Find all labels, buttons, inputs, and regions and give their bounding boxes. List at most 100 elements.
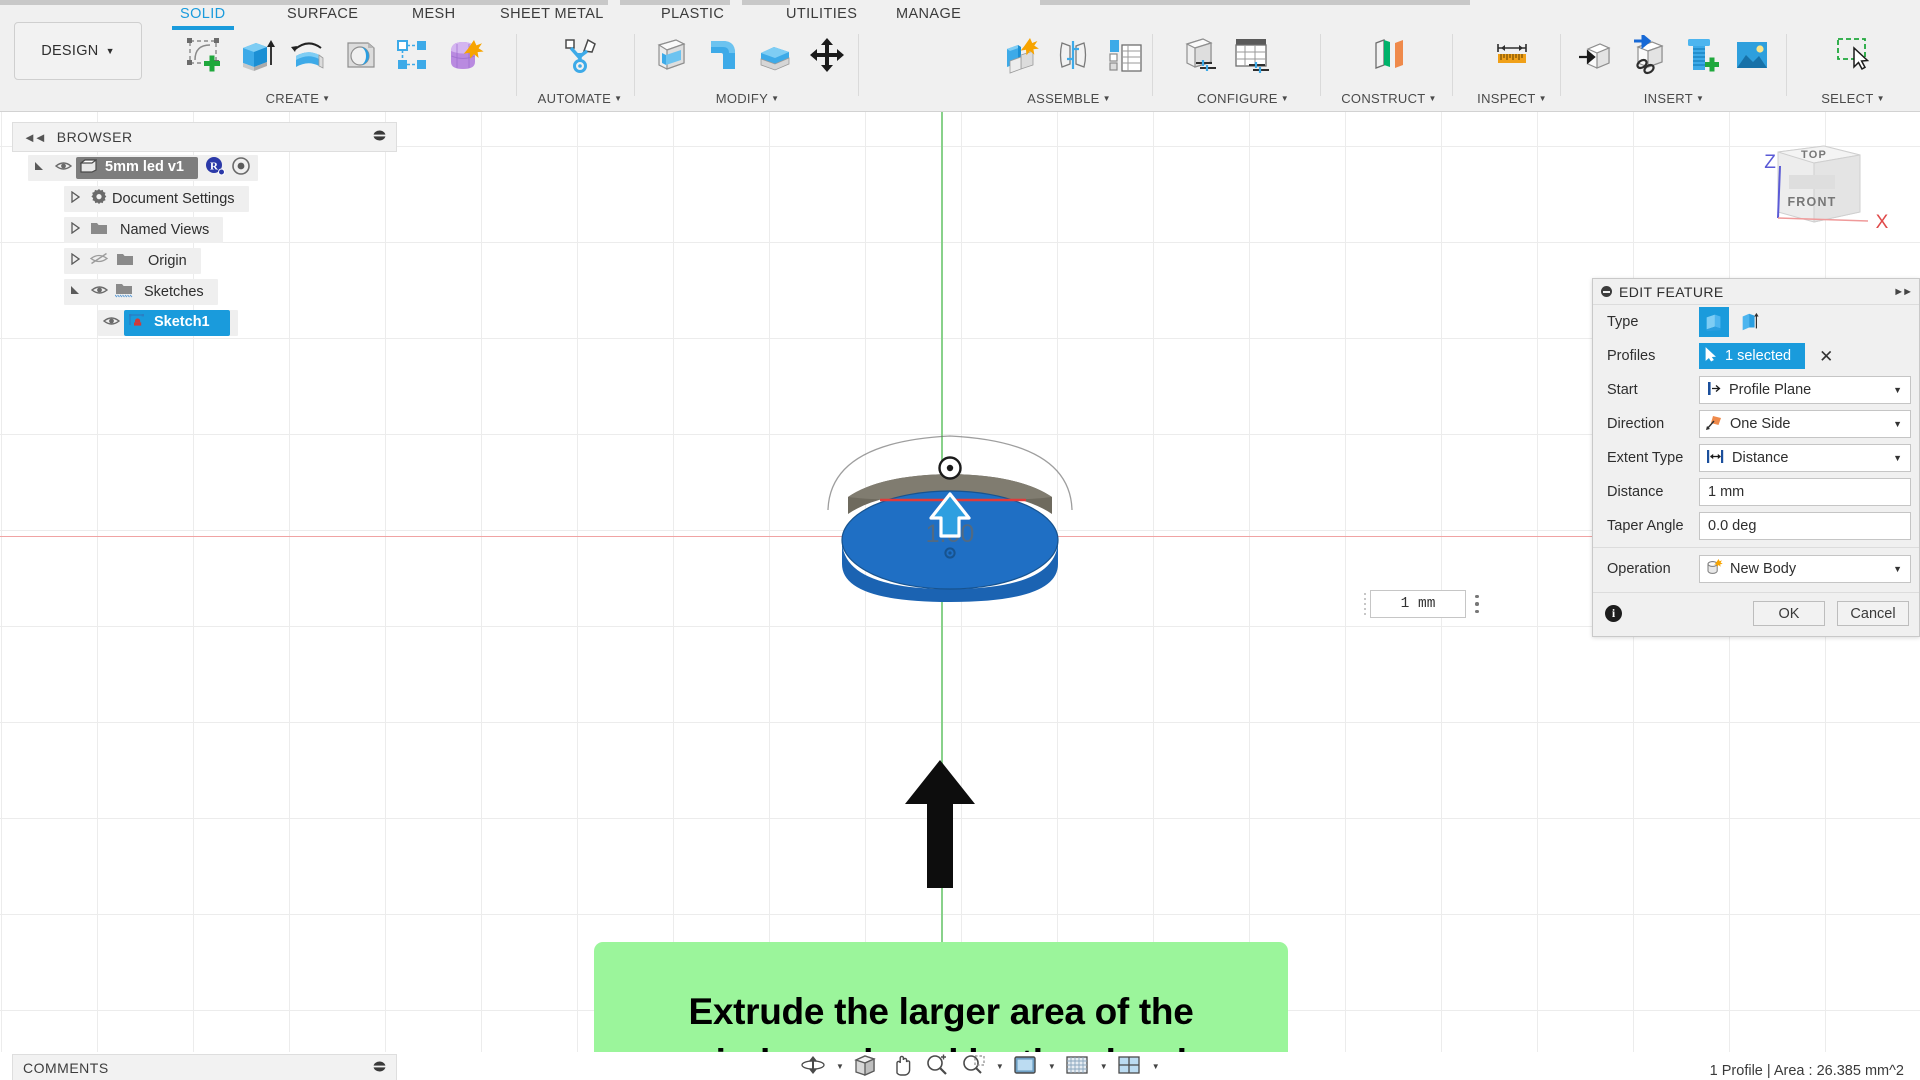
display-settings-icon[interactable] <box>1012 1053 1046 1079</box>
extrude-icon[interactable] <box>230 28 282 82</box>
tab-mesh[interactable]: MESH <box>412 6 456 22</box>
twisty-expanded-icon[interactable] <box>64 284 86 299</box>
offset-plane-icon[interactable] <box>1363 28 1415 82</box>
direction-value: One Side <box>1730 416 1791 432</box>
distance-canvas-field[interactable]: 1 mm <box>1370 590 1466 618</box>
component-name-badge[interactable]: 5mm led v1 <box>76 156 198 179</box>
pan-icon[interactable] <box>888 1053 922 1079</box>
collapse-left-icon[interactable]: ◄◄ <box>23 130 47 145</box>
twisty-expanded-icon[interactable] <box>28 160 50 175</box>
orbit-icon[interactable] <box>800 1053 834 1079</box>
tree-node-named-views[interactable]: Named Views <box>12 214 397 245</box>
visibility-eye-icon[interactable] <box>86 284 112 300</box>
profiles-selection-chip[interactable]: 1 selected <box>1699 343 1806 369</box>
ribbon: SOLID SURFACE MESH SHEET METAL PLASTIC U… <box>0 0 1920 112</box>
twisty-collapsed-icon[interactable] <box>64 221 86 237</box>
radius-badge[interactable]: R <box>205 156 225 180</box>
twisty-collapsed-icon[interactable] <box>64 252 86 268</box>
pin-icon[interactable] <box>373 129 386 145</box>
shell-icon[interactable] <box>749 28 801 82</box>
joint-icon[interactable] <box>1047 28 1099 82</box>
chevron-down-icon: ▼ <box>1893 419 1902 429</box>
automate-icon[interactable] <box>554 28 606 82</box>
sweep-icon[interactable] <box>334 28 386 82</box>
taper-angle-input[interactable]: 0.0 deg <box>1699 512 1911 540</box>
chevron-down-icon[interactable]: ▼ <box>836 1062 844 1071</box>
extrude-surface-icon[interactable] <box>1735 307 1765 337</box>
panel-separator <box>1786 34 1787 96</box>
panel-label-construct: CONSTRUCT ▼ <box>1341 91 1437 106</box>
bom-icon[interactable] <box>1099 28 1151 82</box>
edit-feature-dialog[interactable]: EDIT FEATURE ►► Type Profiles 1 selected… <box>1592 278 1920 637</box>
tab-sheet-metal[interactable]: SHEET METAL <box>500 6 604 22</box>
start-dropdown[interactable]: Profile Plane ▼ <box>1699 376 1911 404</box>
cancel-button[interactable]: Cancel <box>1837 601 1909 626</box>
distance-input[interactable]: 1 mm <box>1699 478 1911 506</box>
chevron-down-icon[interactable]: ▼ <box>1048 1062 1056 1071</box>
kebab-menu-icon[interactable] <box>1466 590 1488 618</box>
tab-solid[interactable]: SOLID <box>172 6 233 30</box>
look-at-icon[interactable] <box>852 1053 886 1079</box>
extrude-profile-icon[interactable] <box>1699 307 1729 337</box>
chevron-down-icon[interactable]: ▼ <box>996 1062 1004 1071</box>
tree-node-component[interactable]: 5mm led v1 R <box>12 152 397 183</box>
measure-icon[interactable] <box>1486 28 1538 82</box>
visibility-eye-icon[interactable] <box>50 160 76 176</box>
canvas-dimension-input[interactable]: 1 mm <box>1360 590 1488 618</box>
minimize-icon[interactable] <box>1601 286 1612 297</box>
panel-label-inspect: INSPECT ▼ <box>1477 91 1547 106</box>
dialog-row-type: Type <box>1593 305 1919 339</box>
pattern-icon[interactable] <box>386 28 438 82</box>
ribbon-panel-create: CREATE ▼ <box>178 28 484 108</box>
extent-type-dropdown[interactable]: Distance ▼ <box>1699 444 1911 472</box>
clear-x-icon[interactable]: ✕ <box>1819 348 1833 365</box>
extruded-body[interactable]: 1.00 <box>820 402 1080 642</box>
direction-dropdown[interactable]: One Side ▼ <box>1699 410 1911 438</box>
info-icon[interactable]: i <box>1605 605 1622 622</box>
pin-icon[interactable] <box>373 1060 386 1076</box>
configure-table-icon[interactable] <box>1225 28 1277 82</box>
selection-status-text: 1 Profile | Area : 26.385 mm^2 <box>1709 1063 1904 1079</box>
create-sketch-icon[interactable] <box>178 28 230 82</box>
sketch-name-badge[interactable]: Sketch1 <box>124 309 230 336</box>
tab-manage[interactable]: MANAGE <box>896 6 961 22</box>
tab-utilities[interactable]: UTILITIES <box>786 6 857 22</box>
tab-plastic[interactable]: PLASTIC <box>661 6 724 22</box>
comments-panel-header[interactable]: COMMENTS <box>12 1054 397 1080</box>
chevron-down-icon[interactable]: ▼ <box>1100 1062 1108 1071</box>
tree-node-document-settings[interactable]: Document Settings <box>12 183 397 214</box>
start-value: Profile Plane <box>1729 382 1812 398</box>
press-pull-icon[interactable] <box>645 28 697 82</box>
tree-node-sketch1[interactable]: Sketch1 <box>12 307 397 338</box>
form-icon[interactable] <box>438 28 490 82</box>
zoom-icon[interactable] <box>924 1053 958 1079</box>
tree-node-origin[interactable]: Origin <box>12 245 397 276</box>
drag-grip-icon[interactable] <box>1360 591 1370 617</box>
insert-mcmaster-icon[interactable] <box>1674 28 1726 82</box>
insert-canvas-icon[interactable] <box>1726 28 1778 82</box>
fillet-icon[interactable] <box>697 28 749 82</box>
visibility-hidden-icon[interactable] <box>86 252 112 269</box>
configure-body-icon[interactable] <box>1173 28 1225 82</box>
expand-right-icon[interactable]: ►► <box>1893 286 1913 298</box>
insert-link-icon[interactable] <box>1622 28 1674 82</box>
visibility-eye-icon[interactable] <box>98 315 124 331</box>
new-component-icon[interactable] <box>995 28 1047 82</box>
view-cube[interactable]: TOP FRONT Z X <box>1742 142 1902 252</box>
select-window-icon[interactable] <box>1827 28 1879 82</box>
chevron-down-icon[interactable]: ▼ <box>1152 1062 1160 1071</box>
target-badge[interactable] <box>232 156 250 179</box>
tab-surface[interactable]: SURFACE <box>287 6 358 22</box>
viewports-icon[interactable] <box>1116 1053 1150 1079</box>
ok-button[interactable]: OK <box>1753 601 1825 626</box>
revolve-icon[interactable] <box>282 28 334 82</box>
operation-dropdown[interactable]: New Body ▼ <box>1699 555 1911 583</box>
twisty-collapsed-icon[interactable] <box>64 190 86 206</box>
insert-derive-icon[interactable] <box>1570 28 1622 82</box>
grid-snaps-icon[interactable] <box>1064 1053 1098 1079</box>
move-copy-icon[interactable] <box>801 28 853 82</box>
fit-icon[interactable] <box>960 1053 994 1079</box>
workspace-switcher-button[interactable]: DESIGN ▼ <box>14 22 142 80</box>
gear-icon <box>86 188 112 209</box>
tree-node-sketches[interactable]: Sketches <box>12 276 397 307</box>
